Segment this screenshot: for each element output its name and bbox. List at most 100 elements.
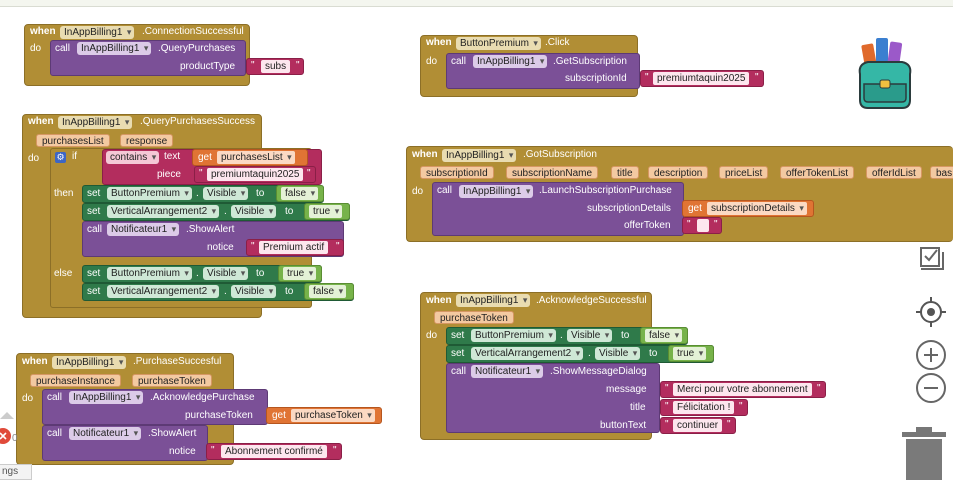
property-dropdown[interactable]: Visible [203,187,249,200]
set-label: set [87,286,101,297]
param-price-list[interactable]: priceList [719,166,769,179]
error-icon[interactable] [0,428,12,444]
component-dropdown[interactable]: VerticalArrangement2 [107,285,220,298]
backpack-icon[interactable] [854,34,916,114]
component-dropdown[interactable]: VerticalArrangement2 [471,347,584,360]
param-purchase-token[interactable]: purchaseToken [434,311,514,324]
boolean-block[interactable]: true [304,203,350,220]
component-dropdown[interactable]: InAppBilling1 [60,26,135,39]
boolean-block[interactable]: false [640,327,688,344]
trash-icon[interactable] [900,424,948,480]
text-value[interactable]: premiumtaquin2025 [653,72,750,85]
when-label: when [28,116,54,127]
component-dropdown[interactable]: ButtonPremium [456,37,541,50]
get-block[interactable]: get subscriptionDetails [682,200,814,217]
arg-label: offerToken [624,220,671,231]
component-dropdown[interactable]: InAppBilling1 [52,356,127,369]
set-label: set [87,268,101,279]
boolean-block[interactable]: true [278,265,322,282]
text-value[interactable]: continuer [673,419,723,432]
zoom-in-icon[interactable] [915,339,947,371]
boolean-dropdown[interactable]: false [645,329,683,342]
text-block[interactable]: " continuer " [660,417,736,434]
property-dropdown[interactable]: Visible [567,329,613,342]
property-dropdown[interactable]: Visible [231,205,277,218]
set-label: set [451,330,465,341]
get-variable-dropdown[interactable]: purchasesList [217,151,295,164]
component-dropdown[interactable]: Notificateur1 [107,223,180,236]
method-name: .AcknowledgePurchase [150,392,255,403]
recenter-icon[interactable] [915,296,947,328]
component-dropdown[interactable]: InAppBilling1 [58,116,133,129]
component-dropdown[interactable]: Notificateur1 [471,365,544,378]
boolean-block[interactable]: false [276,185,324,202]
param-subscription-id[interactable]: subscriptionId [420,166,494,179]
boolean-block[interactable]: true [668,345,714,362]
arg-label: notice [169,446,196,457]
param-offer-token-list[interactable]: offerTokenList [780,166,855,179]
settings-button[interactable]: ngs [0,464,32,480]
event-name: .ConnectionSuccessful [142,26,244,37]
boolean-block[interactable]: false [304,283,354,300]
param-offer-id-list[interactable]: offerIdList [866,166,922,179]
text-value[interactable]: Abonnement confirmé [221,445,327,458]
component-dropdown[interactable]: InAppBilling1 [69,391,144,404]
text-block[interactable]: " Félicitation ! " [660,399,748,416]
text-value[interactable]: Premium actif [259,241,329,254]
component-dropdown[interactable]: InAppBilling1 [456,294,531,307]
boolean-dropdown[interactable]: true [283,267,317,280]
method-name: .ShowAlert [148,428,197,439]
property-dropdown[interactable]: Visible [231,285,277,298]
param-subscription-name[interactable]: subscriptionName [506,166,599,179]
component-dropdown[interactable]: VerticalArrangement2 [107,205,220,218]
property-dropdown[interactable]: Visible [595,347,641,360]
settings-label: ngs [2,466,19,477]
get-variable-dropdown[interactable]: subscriptionDetails [707,202,807,215]
get-block[interactable]: get purchaseToken [266,407,382,424]
text-block[interactable]: " premiumtaquin2025 " [194,166,316,183]
text-block[interactable]: " subs " [246,58,304,75]
param-purchase-instance[interactable]: purchaseInstance [30,374,121,387]
param-response[interactable]: response [120,134,174,147]
gear-icon[interactable]: ⚙ [55,152,66,163]
param-purchases-list[interactable]: purchasesList [36,134,110,147]
text-block[interactable]: " Merci pour votre abonnement " [660,381,826,398]
to-label: to [256,188,265,199]
param-description[interactable]: description [648,166,709,179]
get-block[interactable]: get purchasesList [192,149,308,166]
component-dropdown[interactable]: ButtonPremium [107,267,192,280]
param-base[interactable]: bas [930,166,953,179]
contains-dropdown[interactable]: contains [106,151,160,164]
event-name: .AcknowledgeSuccessful [536,295,647,306]
component-dropdown[interactable]: InAppBilling1 [77,42,152,55]
text-block-empty[interactable]: " " [682,217,722,234]
get-variable-dropdown[interactable]: purchaseToken [291,409,375,422]
scroll-arrows-icon[interactable] [0,412,14,426]
set-label: set [451,348,465,359]
component-dropdown[interactable]: InAppBilling1 [459,185,534,198]
text-block[interactable]: " Abonnement confirmé " [206,443,342,460]
boolean-dropdown[interactable]: true [673,347,707,360]
text-value-empty[interactable] [697,219,709,232]
boolean-dropdown[interactable]: true [309,205,343,218]
property-dropdown[interactable]: Visible [203,267,249,280]
text-block[interactable]: " Premium actif " [246,239,344,256]
zoom-out-icon[interactable] [915,372,947,404]
boolean-dropdown[interactable]: false [281,187,319,200]
text-value[interactable]: premiumtaquin2025 [207,168,304,181]
arg-label: buttonText [600,420,647,431]
method-name: .QueryPurchases [158,43,236,54]
boolean-dropdown[interactable]: false [309,285,347,298]
checklist-icon[interactable] [917,244,947,272]
text-block[interactable]: " premiumtaquin2025 " [640,70,764,87]
component-dropdown[interactable]: InAppBilling1 [442,149,517,162]
component-dropdown[interactable]: InAppBilling1 [473,55,548,68]
component-dropdown[interactable]: ButtonPremium [471,329,556,342]
param-purchase-token[interactable]: purchaseToken [132,374,212,387]
text-value[interactable]: Félicitation ! [673,401,735,414]
component-dropdown[interactable]: ButtonPremium [107,187,192,200]
component-dropdown[interactable]: Notificateur1 [69,427,142,440]
text-value[interactable]: Merci pour votre abonnement [673,383,812,396]
text-value[interactable]: subs [261,60,291,73]
param-title[interactable]: title [611,166,639,179]
